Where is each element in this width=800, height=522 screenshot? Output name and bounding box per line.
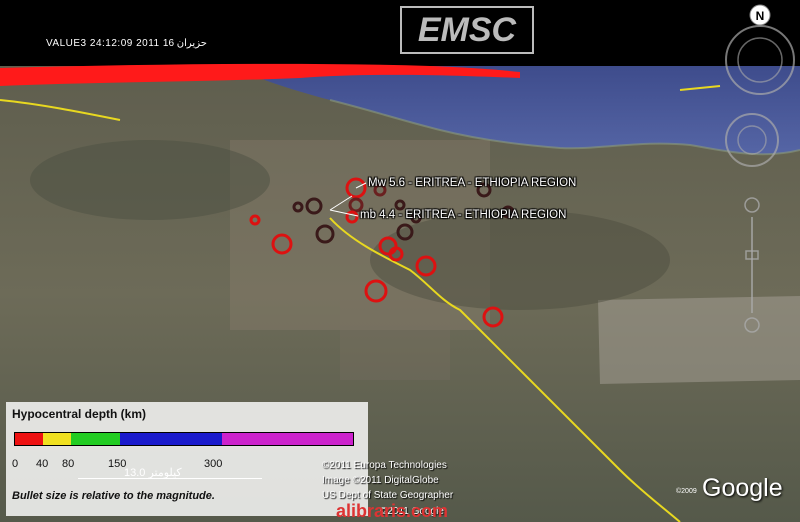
depth-color-bar [14,432,354,446]
depth-band-blue [120,433,222,445]
depth-legend: Hypocentral depth (km) 0 40 80 150 300 B… [6,402,368,516]
watermark: alibraris.com [336,501,449,521]
depth-tick: 80 [62,458,75,470]
move-joystick-icon[interactable] [722,110,782,170]
emsc-logo: EMSC [400,6,534,54]
credit-text: ©2011 Europa Technologies [322,460,447,471]
depth-tick: 40 [36,458,49,470]
date-overlay: VALUE3 24:12:09 2011 حزيران 16 [46,38,207,49]
event-label-2[interactable]: mb 4.4 - ERITREA - ETHIOPIA REGION [360,209,566,221]
depth-band-yellow [43,433,71,445]
credit-text: Image ©2011 DigitalGlobe [322,475,439,486]
emsc-logo-text: EMSC [417,11,517,49]
legend-title: Hypocentral depth (km) [12,407,147,421]
scale-label: 13.0 كيلومتر [124,467,182,479]
credit-text: US Dept of State Geographer [322,490,454,501]
look-joystick-icon[interactable] [720,20,800,100]
image-date: ©2009 [676,488,697,495]
depth-tick: 300 [204,458,223,470]
depth-tick: 0 [12,458,19,470]
google-logo: Google [702,474,783,502]
legend-note: Bullet size is relative to the magnitude… [12,490,215,502]
depth-band-magenta [222,433,353,445]
zoom-slider-icon[interactable] [740,195,764,335]
depth-band-green [71,433,120,445]
event-label-1[interactable]: Mw 5.6 - ERITREA - ETHIOPIA REGION [368,177,576,189]
depth-band-red [15,433,43,445]
